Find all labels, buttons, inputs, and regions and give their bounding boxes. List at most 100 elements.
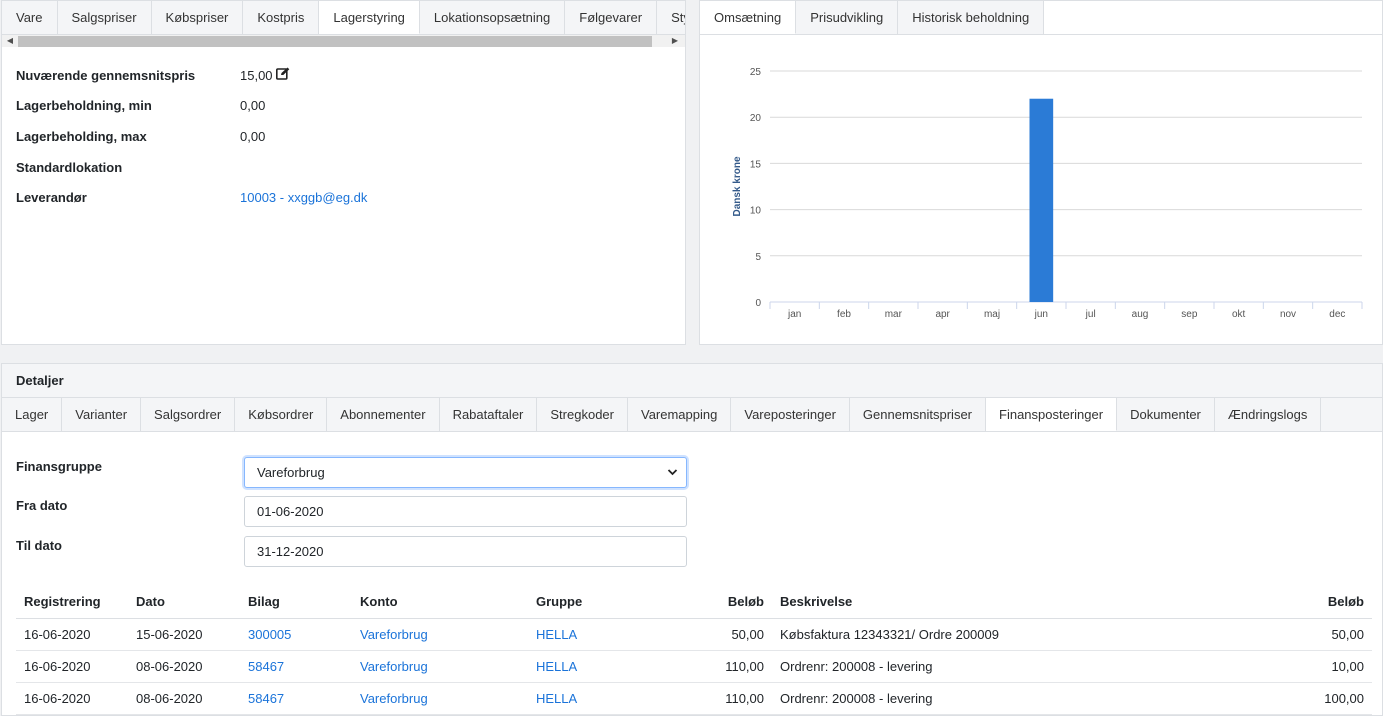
tab-rabataftaler[interactable]: Rabataftaler [439,398,538,431]
konto-link[interactable]: Vareforbrug [360,691,428,706]
tab-folgevarer[interactable]: Følgevarer [565,1,658,34]
bilag-link[interactable]: 58467 [248,659,284,674]
table-row: 16-06-2020 08-06-2020 58467 Vareforbrug … [16,682,1372,715]
col-konto[interactable]: Konto [352,586,528,619]
tab-finansposteringer[interactable]: Finansposteringer [986,398,1118,431]
tab-historisk-beholdning[interactable]: Historisk beholdning [898,1,1045,34]
chart-tabs: Omsætning Prisudvikling Historisk behold… [700,1,1382,35]
cell-registrering: 16-06-2020 [16,618,128,651]
tab-vare[interactable]: Vare [2,1,58,34]
tab-salgspriser[interactable]: Salgspriser [57,1,152,34]
to-date-input[interactable]: 31-12-2020 [244,536,687,567]
tab-lagerstyring[interactable]: Lagerstyring [319,1,420,34]
tab-salgsordrer[interactable]: Salgsordrer [141,398,236,431]
col-dato[interactable]: Dato [128,586,240,619]
scrollbar-thumb[interactable] [18,36,652,47]
col-registrering[interactable]: Registrering [16,586,128,619]
gruppe-link[interactable]: HELLA [536,627,577,642]
bilag-link[interactable]: 300005 [248,627,291,642]
table-header-row: Registrering Dato Bilag Konto Gruppe Bel… [16,586,1372,619]
cell-belob-2: 100,00 [1172,682,1372,715]
cell-dato: 15-06-2020 [128,618,240,651]
cell-beskrivelse: Købsfaktura 12343321/ Ordre 200009 [772,618,1172,651]
col-bilag[interactable]: Bilag [240,586,352,619]
x-tick-label: dec [1329,309,1345,320]
details-title: Detaljer [2,364,1382,398]
chart-panel: Omsætning Prisudvikling Historisk behold… [699,0,1383,345]
cell-belob: 110,00 [668,650,772,683]
cell-beskrivelse: Ordrenr: 200008 - levering [772,682,1172,715]
item-panel: Vare Salgspriser Købspriser Kostpris Lag… [1,0,686,345]
cell-dato: 08-06-2020 [128,650,240,683]
y-tick-label: 0 [755,298,761,309]
max-stock-label: Lagerbeholding, max [16,128,147,144]
gruppe-link[interactable]: HELLA [536,659,577,674]
scroll-left-icon[interactable]: ◀ [4,35,16,47]
y-tick-label: 25 [750,67,762,78]
tab-styklister[interactable]: Styklister [657,1,685,34]
tab-omsaetning[interactable]: Omsætning [700,1,797,34]
konto-link[interactable]: Vareforbrug [360,659,428,674]
tab-aendringslogs[interactable]: Ændringslogs [1214,398,1322,431]
item-tabs: Vare Salgspriser Købspriser Kostpris Lag… [2,1,685,35]
x-tick-label: sep [1181,309,1198,320]
tab-prisudvikling[interactable]: Prisudvikling [796,1,899,34]
x-tick-label: jul [1085,309,1096,320]
konto-link[interactable]: Vareforbrug [360,627,428,642]
col-beskrivelse[interactable]: Beskrivelse [772,586,1172,619]
tab-stregkoder[interactable]: Stregkoder [537,398,628,431]
edit-icon[interactable] [275,67,290,83]
supplier-link[interactable]: 10003 - xxggb@eg.dk [240,190,367,205]
table-row: 16-06-2020 15-06-2020 300005 Vareforbrug… [16,618,1372,651]
bilag-link[interactable]: 58467 [248,691,284,706]
tab-kobspriser[interactable]: Købspriser [151,1,244,34]
x-tick-label: apr [935,309,950,320]
tab-kobsordrer[interactable]: Købsordrer [235,398,328,431]
from-date-label: Fra dato [16,498,68,513]
x-tick-label: aug [1132,309,1149,320]
col-gruppe[interactable]: Gruppe [528,586,668,619]
y-tick-label: 15 [750,159,762,170]
min-stock-value: 0,00 [240,98,266,114]
to-date-label: Til dato [16,538,62,553]
gruppe-link[interactable]: HELLA [536,691,577,706]
supplier-label: Leverandør [16,190,87,206]
tab-varianter[interactable]: Varianter [62,398,142,431]
y-axis-label: Dansk krone [732,156,743,216]
tab-lager[interactable]: Lager [2,398,63,431]
tab-lokationsopsaetning[interactable]: Lokationsopsætning [419,1,566,34]
cell-dato: 08-06-2020 [128,682,240,715]
min-stock-label: Lagerbeholdning, min [16,98,152,114]
details-panel: Detaljer Lager Varianter Salgsordrer Køb… [1,363,1383,716]
cell-beskrivelse: Ordrenr: 200008 - levering [772,650,1172,683]
details-tabs: Lager Varianter Salgsordrer Købsordrer A… [2,398,1382,432]
table-row: 16-06-2020 08-06-2020 58467 Vareforbrug … [16,650,1372,683]
max-stock-value: 0,00 [240,128,266,144]
revenue-chart: 0 5 10 15 20 25 jan feb mar apr maj jun jul aug sep okt… [732,67,1363,320]
x-tick-label: maj [984,309,1000,320]
tab-varemapping[interactable]: Varemapping [627,398,732,431]
x-tick-label: nov [1280,309,1296,320]
col-belob-2[interactable]: Beløb [1172,586,1372,619]
x-tick-label: jan [787,309,801,320]
tabs-scrollbar[interactable]: ◀ ▶ [2,35,685,47]
scroll-right-icon[interactable]: ▶ [669,35,681,47]
chart-bar [1029,98,1054,302]
finance-filter: Finansgruppe Vareforbrug Fra dato 01-06-… [2,432,1382,572]
col-belob[interactable]: Beløb [668,586,772,619]
cell-belob: 110,00 [668,682,772,715]
y-tick-label: 20 [750,113,762,124]
tab-gennemsnitspriser[interactable]: Gennemsnitspriser [849,398,987,431]
cell-belob: 50,00 [668,618,772,651]
finance-group-select[interactable]: Vareforbrug [244,457,687,488]
y-tick-label: 5 [755,252,761,263]
tab-kostpris[interactable]: Kostpris [243,1,320,34]
cell-registrering: 16-06-2020 [16,682,128,715]
tab-vareposteringer[interactable]: Vareposteringer [731,398,850,431]
tab-abonnementer[interactable]: Abonnementer [327,398,440,431]
default-location-label: Standardlokation [16,159,123,175]
avg-price-label: Nuværende gennemsnitspris [16,67,196,83]
from-date-input[interactable]: 01-06-2020 [244,496,687,527]
x-tick-label: jun [1034,309,1048,320]
tab-dokumenter[interactable]: Dokumenter [1117,398,1215,431]
